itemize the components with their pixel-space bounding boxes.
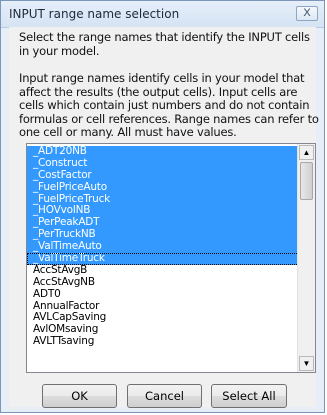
- ok-button[interactable]: OK: [42, 384, 117, 408]
- close-button[interactable]: X: [296, 6, 318, 21]
- dialog-title: INPUT range name selection: [9, 7, 180, 21]
- scroll-thumb[interactable]: [300, 162, 313, 200]
- instruction-description-text: Input range names identify cells in your…: [19, 71, 319, 139]
- list-item[interactable]: _Construct: [27, 157, 299, 170]
- list-item[interactable]: AVLTTsaving: [27, 335, 299, 348]
- list-item[interactable]: ADT0: [27, 288, 299, 301]
- close-icon: X: [303, 7, 311, 19]
- scroll-up-button[interactable]: ▲: [299, 145, 314, 160]
- range-name-listbox[interactable]: _ADT20NB _Construct _CostFactor _FuelPriceA…: [26, 143, 316, 373]
- scroll-down-button[interactable]: ▼: [299, 356, 314, 371]
- title-bar[interactable]: INPUT range name selection X: [1, 1, 324, 28]
- list-item[interactable]: AccStAvgNB: [27, 276, 299, 289]
- scroll-up-arrow-icon: ▲: [302, 148, 311, 157]
- range-name-list: _ADT20NB _Construct _CostFactor _FuelPriceA…: [27, 145, 299, 348]
- list-item[interactable]: _CostFactor: [27, 169, 299, 182]
- select-all-button[interactable]: Select All: [211, 384, 287, 408]
- list-scrollbar[interactable]: ▲ ▼: [297, 144, 315, 372]
- list-item[interactable]: AccStAvgB: [27, 264, 299, 277]
- instruction-select-text: Select the range names that identify the…: [19, 30, 310, 58]
- list-item[interactable]: _FuelPriceAuto: [27, 181, 299, 194]
- cancel-button[interactable]: Cancel: [127, 384, 202, 408]
- scroll-down-arrow-icon: ▼: [302, 359, 311, 368]
